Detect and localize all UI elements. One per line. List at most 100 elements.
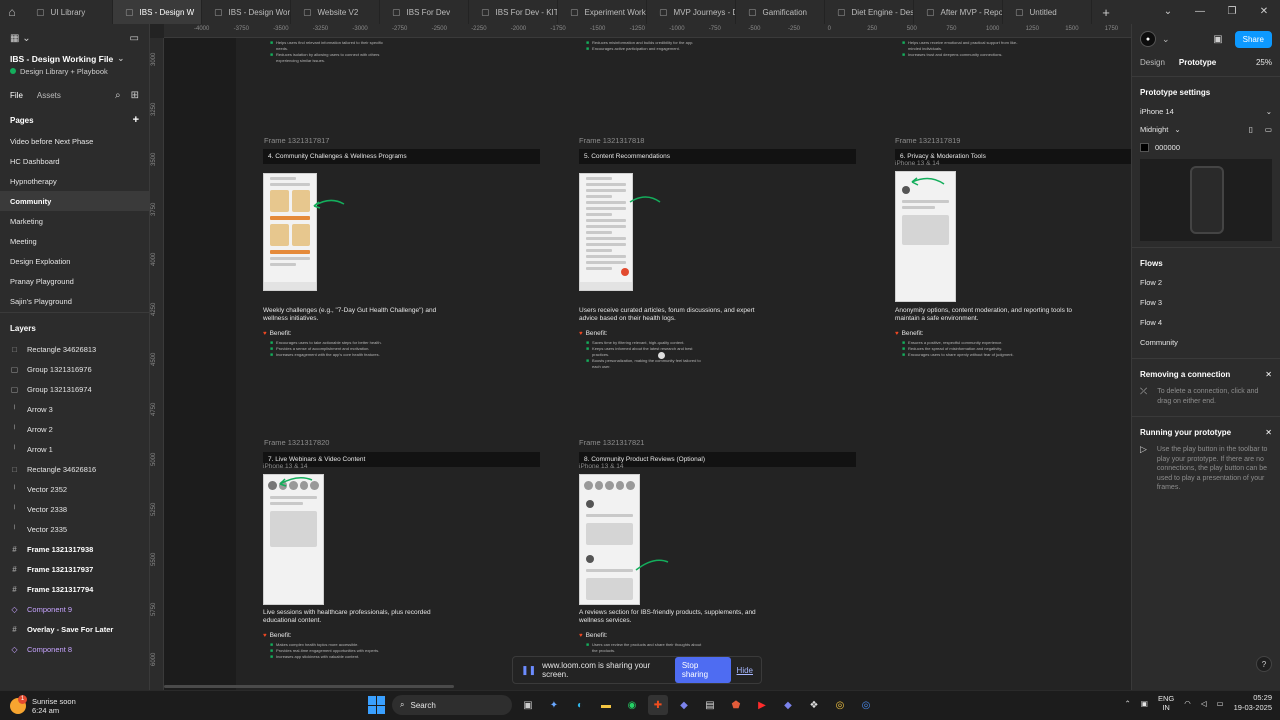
battery-icon[interactable]: ▭ (1217, 699, 1224, 708)
chrome-icon[interactable]: ◎ (830, 695, 850, 715)
add-page-button[interactable]: + (133, 114, 139, 126)
task-view-icon[interactable]: ▣ (518, 695, 538, 715)
portrait-icon[interactable]: ▯ (1249, 125, 1253, 134)
main-menu-icon[interactable]: ▦ ⌄ (10, 33, 31, 44)
project-title[interactable]: IBS - Design Working File ⌄ (0, 52, 149, 65)
whatsapp-icon[interactable]: ◉ (622, 695, 642, 715)
hide-banner-link[interactable]: Hide (737, 666, 753, 675)
chevron-up-icon[interactable]: ⌃ (1125, 699, 1131, 708)
clock[interactable]: 05:29 19-03-2025 (1234, 693, 1272, 713)
stop-sharing-button[interactable]: Stop sharing (674, 657, 731, 683)
taskbar-search[interactable]: ⌕ Search (392, 695, 512, 715)
flow-item[interactable]: Community (1132, 332, 1280, 352)
layer-item[interactable]: ╵ Arrow 2 (0, 419, 149, 439)
minimize-button[interactable]: — (1184, 0, 1216, 24)
tab-3[interactable]: ▢ Website V2 (291, 0, 380, 24)
tab-assets[interactable]: Assets (37, 91, 61, 100)
design-canvas[interactable]: -4000 -3750 -3500 -3250 -3000 -2750 -2500 -2250… (150, 24, 1131, 690)
shield-icon[interactable]: ⬟ (726, 695, 746, 715)
page-item[interactable]: Marketing (0, 211, 149, 231)
layer-item[interactable]: # Overlay - Save For Later (0, 619, 149, 639)
frame-label[interactable]: Frame 1321317817 (264, 136, 329, 145)
app-icon[interactable]: ▤ (700, 695, 720, 715)
layer-item[interactable]: □ Rectangle 34626816 (0, 459, 149, 479)
landscape-icon[interactable]: ▭ (1265, 125, 1272, 134)
maximize-button[interactable]: ❐ (1216, 0, 1248, 24)
tab-8[interactable]: ▢ Gamification (736, 0, 825, 24)
home-icon[interactable]: ⌂ (0, 0, 24, 24)
background-color-field[interactable]: 000000 (1140, 139, 1272, 155)
tab-2[interactable]: ▢ IBS - Design Work (202, 0, 291, 24)
tab-9[interactable]: ▢ Diet Engine - Desi (825, 0, 914, 24)
layer-item[interactable]: ◇ Component 8 (0, 639, 149, 659)
layer-item[interactable]: □ Rectangle 34626813 (0, 339, 149, 359)
frame-label[interactable]: Frame 1321317821 (579, 438, 644, 447)
tab-0[interactable]: ▢ UI Library (24, 0, 113, 24)
folder-icon[interactable]: ▬ (596, 695, 616, 715)
copilot-icon[interactable]: ✦ (544, 695, 564, 715)
horizontal-scrollbar[interactable] (164, 685, 454, 688)
page-item[interactable]: Meeting (0, 231, 149, 251)
layer-item[interactable]: ╵ Vector 2335 (0, 519, 149, 539)
weather-widget[interactable]: 1 Sunrise soon 6:24 am (0, 694, 300, 715)
tab-prototype[interactable]: Prototype (1179, 58, 1216, 67)
tray-app-icon[interactable]: ▣ (1141, 699, 1148, 708)
layer-item[interactable]: ╵ Arrow 3 (0, 399, 149, 419)
color-swatch[interactable] (1140, 142, 1149, 152)
section-title-bar[interactable]: 5. Content Recommendations (579, 149, 856, 164)
library-icon[interactable]: ⊞ (131, 90, 139, 101)
toggle-sidebar-icon[interactable]: ▭ (130, 33, 139, 44)
page-item[interactable]: Video before Next Phase (0, 131, 149, 151)
page-item[interactable]: Sajin's Playground (0, 291, 149, 311)
phone-mockup[interactable] (263, 173, 317, 291)
flow-item[interactable]: Flow 4 (1132, 312, 1280, 332)
frame-label[interactable]: Frame 1321317819 (895, 136, 960, 145)
close-icon[interactable]: ✕ (1265, 428, 1272, 437)
tab-11[interactable]: ▢ Untitled (1003, 0, 1092, 24)
layer-item[interactable]: ▢ Group 1321316974 (0, 379, 149, 399)
layer-item[interactable]: ╵ Vector 2352 (0, 479, 149, 499)
avatar[interactable]: ● (1140, 31, 1156, 47)
tab-7[interactable]: ▢ MVP Journeys - D (647, 0, 736, 24)
layer-item[interactable]: ◇ Component 9 (0, 599, 149, 619)
tab-design[interactable]: Design (1140, 58, 1165, 67)
close-window-button[interactable]: ✕ (1248, 0, 1280, 24)
search-icon[interactable]: ⌕ (115, 90, 121, 101)
present-icon[interactable]: ▣ (1213, 34, 1222, 45)
tab-6[interactable]: ▢ Experiment Worki (558, 0, 647, 24)
tab-4[interactable]: ▢ IBS For Dev (380, 0, 469, 24)
language-indicator[interactable]: ENG IN (1158, 694, 1174, 712)
wifi-icon[interactable]: ◠ (1184, 699, 1191, 708)
page-item[interactable]: F2 meetings (0, 311, 149, 312)
chrome-profile-icon[interactable]: ◎ (856, 695, 876, 715)
tab-file[interactable]: File (10, 91, 23, 100)
page-item[interactable]: HC Dashboard (0, 151, 149, 171)
page-item[interactable]: Design Exploation (0, 251, 149, 271)
zoom-level[interactable]: 25% (1256, 58, 1272, 67)
figma-app-icon[interactable]: ❖ (804, 695, 824, 715)
edge-icon[interactable]: ◐ (570, 695, 590, 715)
device-select[interactable]: iPhone 14 ⌄ (1140, 103, 1272, 119)
page-item[interactable]: Hypnotherapy (0, 171, 149, 191)
layer-item[interactable]: ▢ Group 1321316976 (0, 359, 149, 379)
layer-item[interactable]: ╵ Arrow 1 (0, 439, 149, 459)
layer-item[interactable]: # Frame 1321317938 (0, 539, 149, 559)
layer-item[interactable]: # Frame 1321317794 (0, 579, 149, 599)
phone-mockup[interactable] (895, 171, 956, 302)
youtube-icon[interactable]: ▶ (752, 695, 772, 715)
tab-5[interactable]: ▢ IBS For Dev - KIT (469, 0, 558, 24)
share-button[interactable]: Share (1234, 30, 1272, 48)
close-icon[interactable]: ✕ (1265, 370, 1272, 379)
background-color-value[interactable]: 000000 (1155, 143, 1180, 152)
section-title-bar[interactable]: 4. Community Challenges & Wellness Progr… (263, 149, 540, 164)
project-subtitle[interactable]: Design Library + Playbook (0, 65, 149, 77)
chevron-down-icon[interactable]: ⌄ (1152, 0, 1184, 24)
flow-item[interactable]: Flow 3 (1132, 292, 1280, 312)
tab-1[interactable]: ▢ IBS - Design W (113, 0, 202, 24)
pause-icon[interactable]: ❚❚ (521, 665, 536, 676)
frame-label[interactable]: Frame 1321317818 (579, 136, 644, 145)
layer-item[interactable]: # Frame 1321317937 (0, 559, 149, 579)
frame-label[interactable]: Frame 1321317820 (264, 438, 329, 447)
page-item[interactable]: Community (0, 191, 149, 211)
windows-start-icon[interactable] (368, 696, 386, 714)
